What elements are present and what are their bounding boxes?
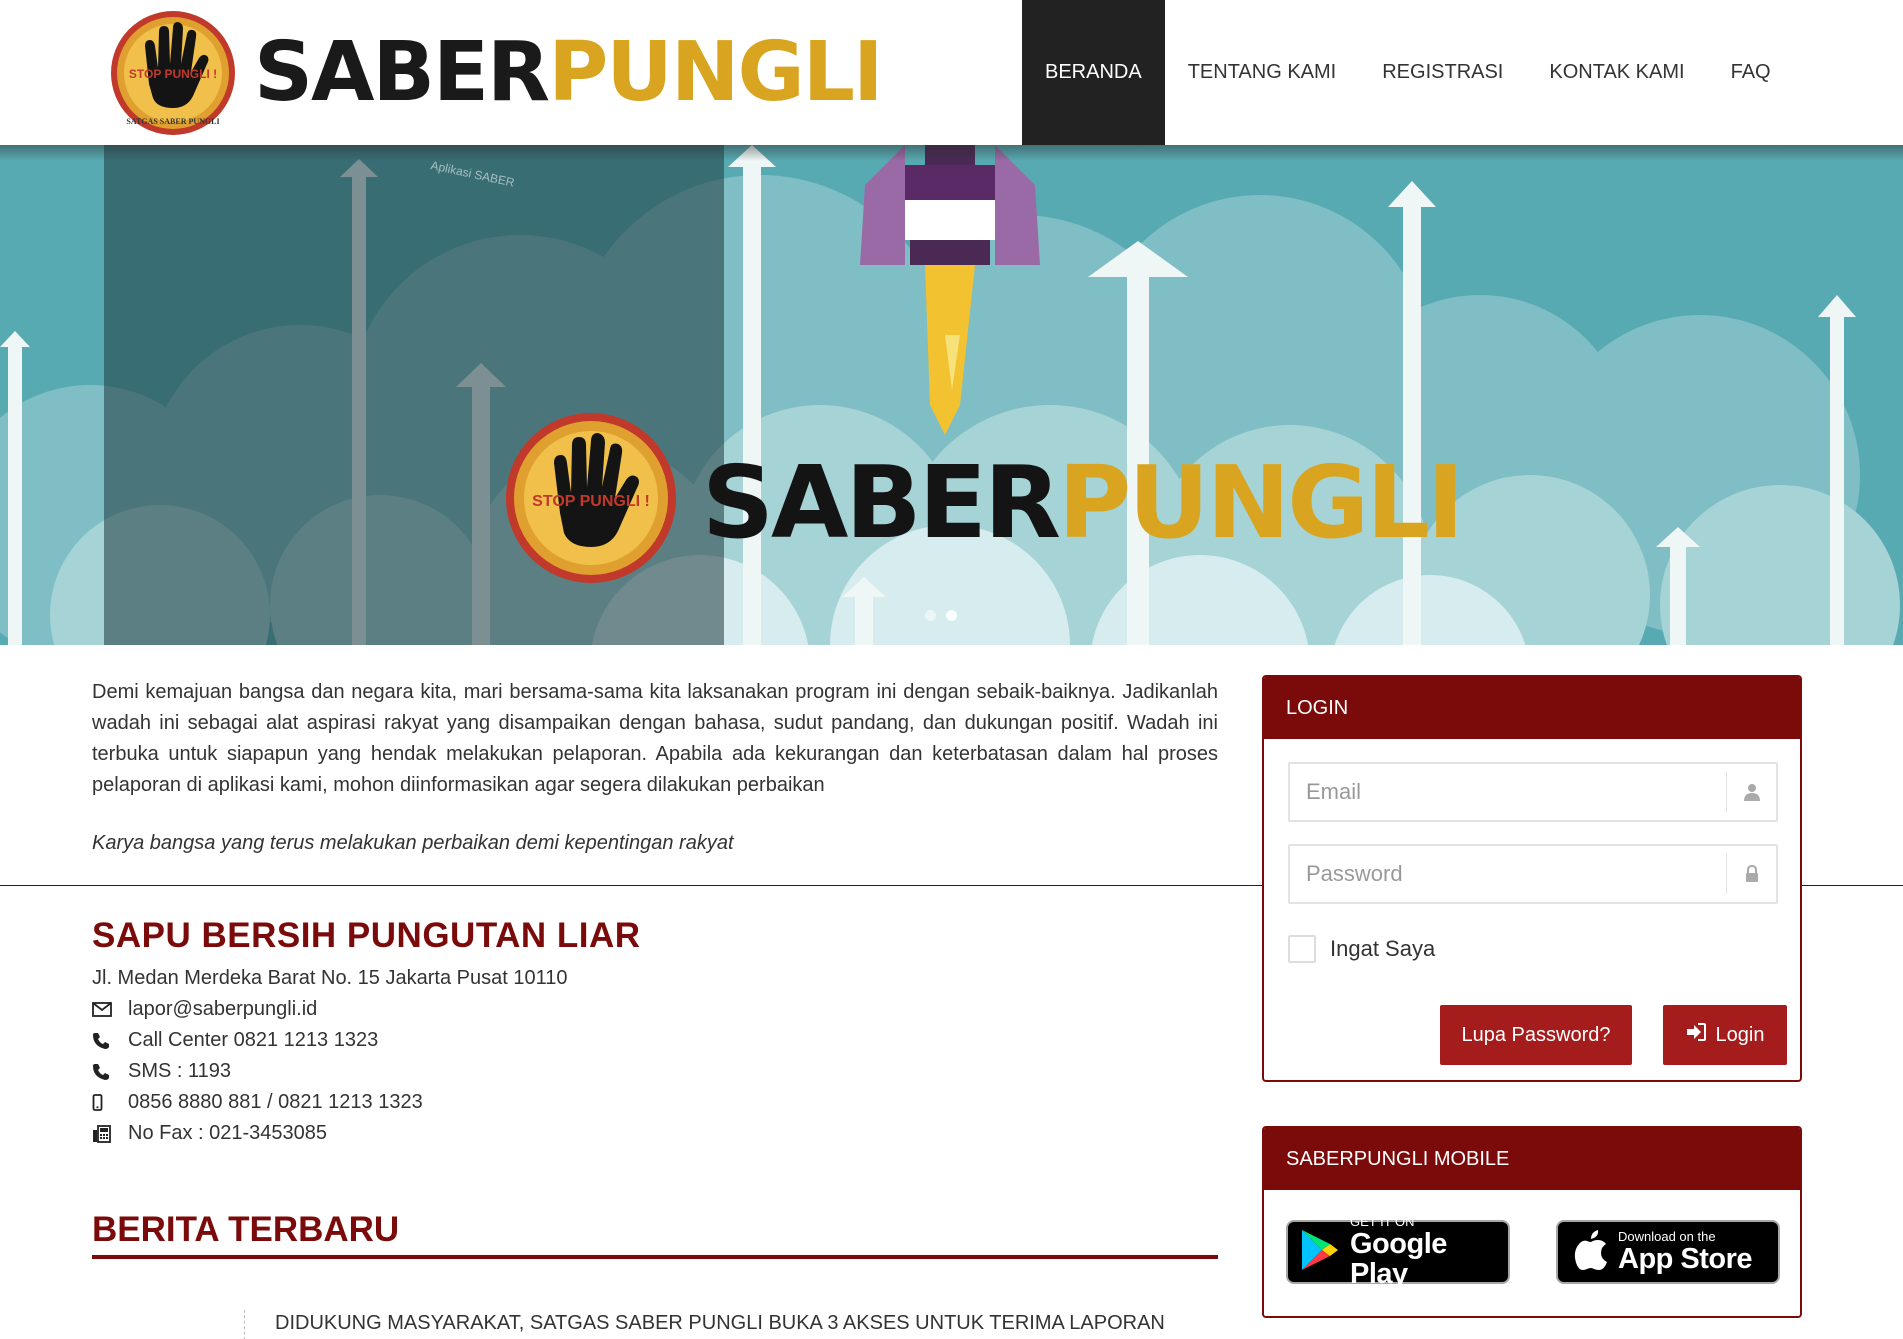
main-nav: BERANDA TENTANG KAMI REGISTRASI KONTAK K… (1022, 0, 1794, 145)
nav-kontak-kami[interactable]: KONTAK KAMI (1526, 0, 1707, 145)
contact-call-center: Call Center 0821 1213 1323 (92, 1025, 567, 1056)
org-title: SAPU BERSIH PUNGUTAN LIAR (92, 916, 641, 955)
intro-paragraph: Demi kemajuan bangsa dan negara kita, ma… (92, 681, 1218, 796)
forgot-password-button[interactable]: Lupa Password? (1440, 1005, 1632, 1065)
site-header: STOP PUNGLI ! SATGAS SABER PUNGLI SABERP… (0, 0, 1903, 145)
apple-icon (1574, 1229, 1608, 1275)
brand-part-saber: SABER (254, 25, 550, 120)
google-play-big: Google Play (1350, 1228, 1447, 1290)
sms-text: SMS : 1193 (128, 1060, 232, 1082)
news-title-rule (92, 1255, 1218, 1259)
brand-part-pungli: PUNGLI (548, 25, 883, 120)
google-play-badge[interactable]: GET IT ON Google Play (1286, 1215, 1510, 1289)
password-field-wrapper (1288, 844, 1778, 904)
svg-text:STOP PUNGLI !: STOP PUNGLI ! (129, 67, 217, 81)
mobile-panel: SABERPUNGLI MOBILE GET IT ON Google Play… (1262, 1126, 1802, 1318)
slider-dot-2[interactable] (946, 610, 957, 621)
lock-icon (1726, 854, 1776, 894)
google-play-small: GET IT ON (1350, 1214, 1415, 1229)
news-item-link[interactable]: DIDUKUNG MASYARAKAT, SATGAS SABER PUNGLI… (244, 1310, 1165, 1339)
hero-slider[interactable]: Aplikasi SABER STOP PUNGLI ! SABERPUNGLI (0, 145, 1903, 645)
contact-address: Jl. Medan Merdeka Barat No. 15 Jakarta P… (92, 963, 567, 994)
login-label: Login (1715, 1023, 1765, 1046)
call-center-text: Call Center 0821 1213 1323 (128, 1029, 379, 1051)
phone-icon (92, 1063, 128, 1081)
app-store-badge[interactable]: Download on the App Store (1556, 1220, 1780, 1284)
contact-info: Jl. Medan Merdeka Barat No. 15 Jakarta P… (92, 963, 567, 1149)
nav-faq[interactable]: FAQ (1708, 0, 1794, 145)
google-play-icon (1300, 1228, 1340, 1277)
user-icon (1726, 772, 1776, 812)
app-store-big: App Store (1618, 1243, 1753, 1275)
slider-dot-1[interactable] (925, 610, 936, 621)
brand-wordmark[interactable]: SABERPUNGLI (254, 25, 884, 120)
contact-sms: SMS : 1193 (92, 1056, 567, 1087)
forgot-password-label: Lupa Password? (1461, 1023, 1611, 1046)
email-input[interactable] (1290, 764, 1710, 820)
slider-dots (925, 610, 957, 621)
email-link[interactable]: lapor@saberpungli.id (128, 998, 317, 1021)
mobile-icon (92, 1093, 128, 1112)
hero-illustration: Aplikasi SABER STOP PUNGLI ! SABERPUNGLI (0, 145, 1903, 645)
contact-fax: No Fax : 021-3453085 (92, 1118, 567, 1149)
address-text: Jl. Medan Merdeka Barat No. 15 Jakarta P… (92, 967, 568, 989)
svg-text:SATGAS SABER PUNGLI: SATGAS SABER PUNGLI (126, 117, 219, 126)
fax-text: No Fax : 021-3453085 (128, 1122, 328, 1144)
mobile-panel-title: SABERPUNGLI MOBILE (1264, 1128, 1800, 1190)
hero-brand: SABERPUNGLI (702, 444, 1461, 561)
remember-label: Ingat Saya (1330, 936, 1436, 961)
login-panel-title: LOGIN (1264, 677, 1800, 739)
contact-mobile: 0856 8880 881 / 0821 1213 1323 (92, 1087, 567, 1118)
sign-in-icon (1686, 1023, 1706, 1047)
mobile-text: 0856 8880 881 / 0821 1213 1323 (128, 1091, 423, 1113)
svg-text:STOP PUNGLI !: STOP PUNGLI ! (532, 493, 650, 510)
login-button[interactable]: Login (1663, 1005, 1787, 1065)
fax-icon (92, 1124, 128, 1143)
intro-tagline: Karya bangsa yang terus melakukan perbai… (92, 832, 734, 854)
remember-checkbox[interactable] (1288, 935, 1316, 963)
phone-icon (92, 1032, 128, 1050)
remember-me: Ingat Saya (1288, 935, 1435, 963)
hero-top-shadow (0, 145, 1903, 161)
news-title: BERITA TERBARU (92, 1210, 400, 1249)
stop-pungli-logo[interactable]: STOP PUNGLI ! SATGAS SABER PUNGLI (109, 6, 237, 140)
app-store-small: Download on the (1618, 1229, 1716, 1244)
contact-email: lapor@saberpungli.id (92, 994, 567, 1025)
password-input[interactable] (1290, 846, 1710, 902)
email-field-wrapper (1288, 762, 1778, 822)
nav-tentang-kami[interactable]: TENTANG KAMI (1165, 0, 1360, 145)
login-panel: LOGIN Ingat Saya Lupa Password? Login (1262, 675, 1802, 1082)
nav-beranda[interactable]: BERANDA (1022, 0, 1165, 145)
nav-registrasi[interactable]: REGISTRASI (1359, 0, 1526, 145)
envelope-icon (92, 1002, 128, 1017)
